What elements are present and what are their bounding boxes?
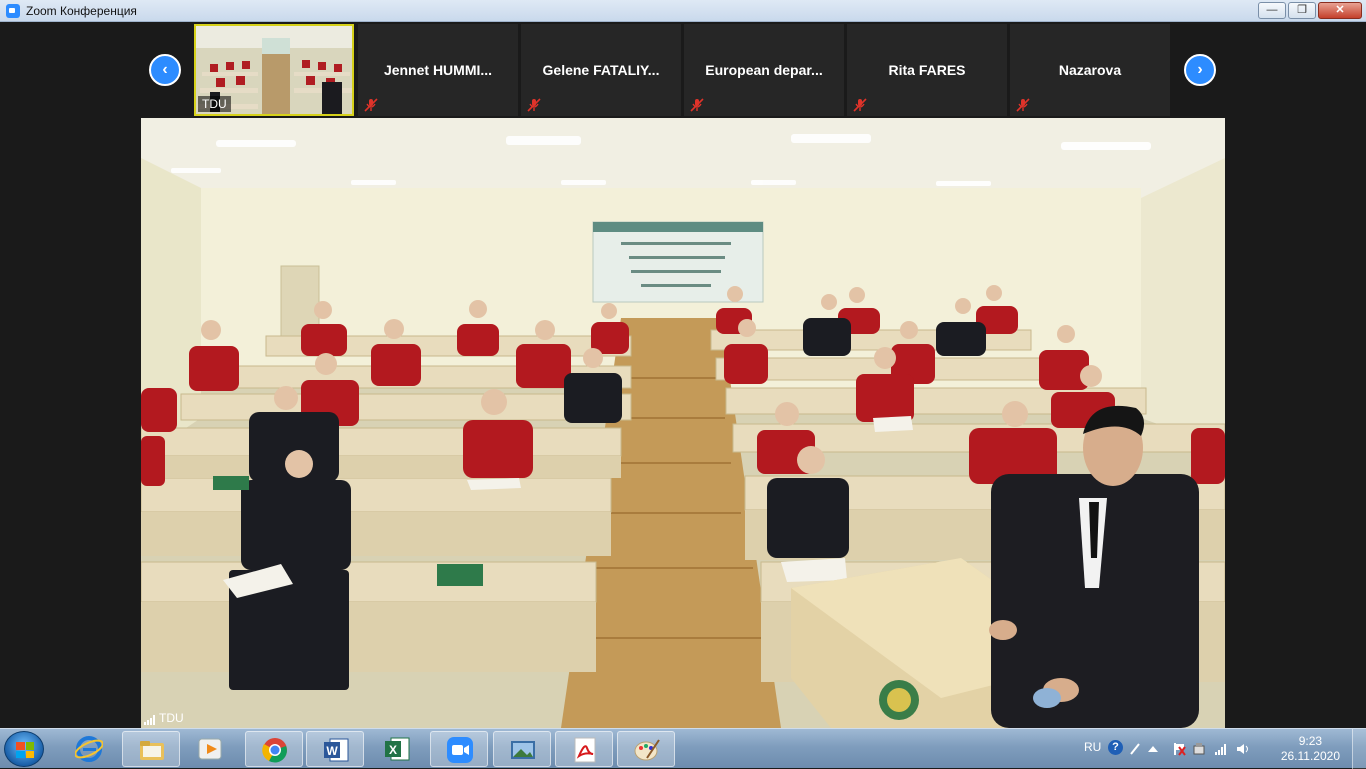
- windows-taskbar: W X RU ? 9:23 26.11.2020: [0, 728, 1366, 769]
- start-button[interactable]: [4, 731, 44, 767]
- speaker-name: TDU: [159, 711, 184, 725]
- participant-tile[interactable]: Jennet HUMMI...: [358, 24, 518, 116]
- taskbar-photo-viewer[interactable]: [493, 731, 551, 767]
- taskbar-excel[interactable]: X: [368, 731, 426, 767]
- participant-tile[interactable]: European depar...: [684, 24, 844, 116]
- action-center-flag-icon[interactable]: [1172, 742, 1186, 756]
- internet-explorer-icon: [75, 736, 103, 762]
- muted-microphone-icon: [853, 98, 867, 112]
- muted-microphone-icon: [364, 98, 378, 112]
- maximize-button[interactable]: ❐: [1288, 2, 1316, 19]
- pen-input-icon[interactable]: [1128, 742, 1142, 756]
- taskbar-file-explorer[interactable]: [122, 731, 180, 767]
- participant-name: Rita FARES: [888, 62, 966, 78]
- muted-microphone-icon: [527, 98, 541, 112]
- taskbar-media-player[interactable]: [182, 731, 240, 767]
- previous-page-button[interactable]: ‹: [149, 54, 181, 86]
- clock-date: 26.11.2020: [1280, 749, 1340, 763]
- usb-device-icon[interactable]: [1192, 742, 1206, 756]
- folder-icon: [140, 741, 164, 760]
- classroom-video-frame: [141, 118, 1225, 728]
- minimize-button[interactable]: —: [1258, 2, 1286, 19]
- participant-tile-tdu[interactable]: TDU: [194, 24, 354, 116]
- speaker-name-label: TDU: [144, 711, 184, 725]
- participant-name: European depar...: [705, 62, 823, 78]
- participant-name: Jennet HUMMI...: [383, 62, 493, 78]
- next-page-button[interactable]: ›: [1184, 54, 1216, 86]
- system-tray: RU ? 9:23 26.11.2020: [1076, 729, 1366, 769]
- volume-icon[interactable]: [1236, 742, 1250, 756]
- taskbar-internet-explorer[interactable]: [60, 731, 118, 767]
- word-icon: W: [324, 738, 349, 762]
- participant-tile[interactable]: Rita FARES: [847, 24, 1007, 116]
- taskbar-acrobat-reader[interactable]: [555, 731, 613, 767]
- participant-tile[interactable]: Gelene FATALIY...: [521, 24, 681, 116]
- chrome-icon: [262, 738, 287, 763]
- show-hidden-icons-icon[interactable]: [1146, 742, 1160, 756]
- participant-name: Nazarova: [1058, 62, 1122, 78]
- active-speaker-video[interactable]: TDU: [141, 118, 1225, 728]
- windows-logo-icon: [16, 742, 34, 758]
- muted-microphone-icon: [1016, 98, 1030, 112]
- window-title: Zoom Конференция: [26, 4, 137, 18]
- muted-microphone-icon: [690, 98, 704, 112]
- taskbar-paint[interactable]: [617, 731, 675, 767]
- media-player-icon: [198, 738, 222, 760]
- network-signal-icon[interactable]: [1214, 742, 1228, 756]
- participant-strip: ‹ TDU Jennet HUMMI... Gelene FATALIY... …: [0, 22, 1366, 118]
- svg-text:W: W: [326, 744, 338, 758]
- close-button[interactable]: ✕: [1318, 2, 1362, 19]
- window-title-bar: Zoom Конференция — ❐ ✕: [0, 0, 1366, 22]
- signal-strength-icon: [144, 715, 155, 725]
- taskbar-zoom[interactable]: [430, 731, 488, 767]
- clock-time: 9:23: [1298, 734, 1323, 748]
- window-controls: — ❐ ✕: [1258, 2, 1362, 19]
- paint-palette-icon: [634, 739, 660, 761]
- taskbar-word[interactable]: W: [306, 731, 364, 767]
- taskbar-chrome[interactable]: [245, 731, 303, 767]
- language-indicator[interactable]: RU: [1084, 740, 1101, 754]
- system-clock[interactable]: 9:23 26.11.2020: [1281, 734, 1340, 764]
- zoom-app-icon: [6, 4, 20, 18]
- participant-tile[interactable]: Nazarova: [1010, 24, 1170, 116]
- svg-text:X: X: [389, 743, 397, 757]
- pdf-icon: [574, 737, 596, 763]
- excel-icon: X: [385, 737, 410, 761]
- participant-name-label: TDU: [198, 96, 231, 112]
- participant-name: Gelene FATALIY...: [542, 62, 660, 78]
- zoom-icon: [447, 737, 473, 763]
- help-icon[interactable]: ?: [1108, 740, 1123, 755]
- photo-viewer-icon: [511, 741, 535, 759]
- show-desktop-button[interactable]: [1352, 729, 1366, 769]
